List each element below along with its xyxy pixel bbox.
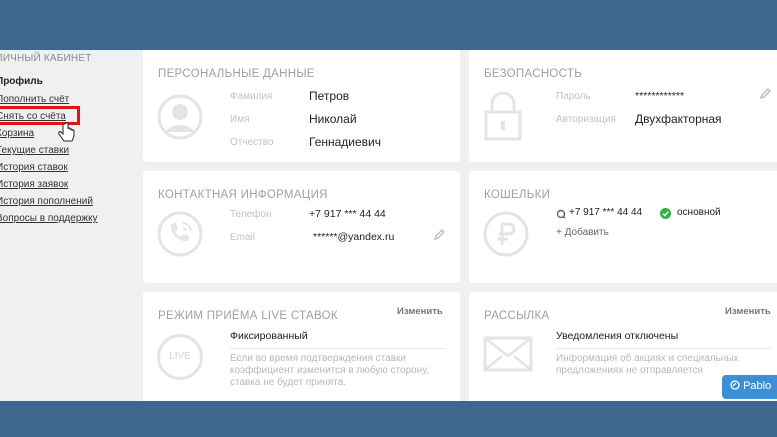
field-label: Email bbox=[230, 232, 256, 243]
user-avatar-icon bbox=[157, 94, 203, 140]
card-title: РЕЖИМ ПРИЁМА LIVE СТАВОК bbox=[158, 310, 338, 322]
field-label: Пароль bbox=[556, 91, 591, 102]
sidebar-item-bet-history[interactable]: История ставок bbox=[0, 162, 68, 173]
field-label: Отчество bbox=[230, 137, 274, 148]
password-value: ************ bbox=[635, 90, 685, 102]
sidebar-item-deposit[interactable]: Пополнить счёт bbox=[0, 94, 69, 105]
sidebar-item-current-bets[interactable]: Текущие ставки bbox=[0, 145, 69, 156]
lastname-value: Петров bbox=[309, 89, 350, 103]
wallet-primary-badge: основной bbox=[677, 207, 721, 218]
personal-data-card: ПЕРСОНАЛЬНЫЕ ДАННЫЕ Фамилия Петров Имя Н… bbox=[143, 50, 460, 162]
divider bbox=[230, 348, 445, 349]
chat-button-label: Pablo bbox=[743, 380, 772, 392]
mailing-value: Уведомления отключены bbox=[556, 330, 679, 342]
edit-icon[interactable] bbox=[433, 228, 446, 241]
live-icon: LIVE bbox=[157, 334, 203, 380]
live-mode-note: Если во время подтверждения ставки коэфф… bbox=[230, 353, 429, 388]
sidebar: ЛИЧНЫЙ КАБИНЕТ Профиль Пополнить счёт Сн… bbox=[0, 50, 135, 401]
lock-icon bbox=[484, 91, 522, 141]
live-mode-value: Фиксированный bbox=[230, 330, 308, 342]
sidebar-item-request-history[interactable]: История заявок bbox=[0, 179, 68, 190]
add-wallet-link[interactable]: + Добавить bbox=[556, 227, 609, 238]
chat-icon bbox=[730, 380, 740, 390]
change-mailing-link[interactable]: Изменить bbox=[725, 306, 771, 317]
phone-icon bbox=[157, 211, 203, 257]
card-title: ПЕРСОНАЛЬНЫЕ ДАННЫЕ bbox=[158, 68, 315, 80]
email-value: ******@yandex.ru bbox=[313, 231, 395, 243]
card-title: БЕЗОПАСНОСТЬ bbox=[484, 68, 583, 80]
card-title: РАССЫЛКА bbox=[484, 310, 550, 322]
card-title: КОНТАКТНАЯ ИНФОРМАЦИЯ bbox=[158, 189, 328, 201]
sidebar-item-support[interactable]: Вопросы в поддержку bbox=[0, 213, 98, 224]
contact-info-card: КОНТАКТНАЯ ИНФОРМАЦИЯ Телефон +7 917 ***… bbox=[143, 171, 460, 283]
field-label: Телефон bbox=[230, 209, 272, 220]
firstname-value: Николай bbox=[309, 112, 357, 126]
wallet-phone: +7 917 *** 44 44 bbox=[569, 207, 643, 218]
authorization-value: Двухфакторная bbox=[635, 112, 722, 126]
edit-icon[interactable] bbox=[759, 87, 772, 100]
sidebar-item-deposit-history[interactable]: История пополнений bbox=[0, 196, 93, 207]
mailing-note: Информация об акциях и специальных предл… bbox=[556, 353, 739, 376]
chat-button[interactable]: Pablo bbox=[722, 375, 777, 399]
live-mode-card: РЕЖИМ ПРИЁМА LIVE СТАВОК Изменить LIVE Ф… bbox=[143, 292, 460, 401]
qiwi-icon bbox=[556, 209, 566, 219]
divider bbox=[556, 348, 771, 349]
field-label: Авторизация bbox=[556, 114, 616, 125]
sidebar-heading: ЛИЧНЫЙ КАБИНЕТ bbox=[0, 53, 92, 64]
wallets-card: КОШЕЛЬКИ +7 917 *** 44 44 основной + Доб… bbox=[469, 171, 777, 283]
change-live-mode-link[interactable]: Изменить bbox=[397, 306, 443, 317]
card-title: КОШЕЛЬКИ bbox=[484, 189, 551, 201]
check-circle-icon bbox=[660, 208, 671, 219]
sidebar-item-profile[interactable]: Профиль bbox=[0, 76, 43, 87]
security-card: БЕЗОПАСНОСТЬ Пароль ************ Авториз… bbox=[469, 50, 777, 162]
cabinet-screen: ЛИЧНЫЙ КАБИНЕТ Профиль Пополнить счёт Сн… bbox=[0, 50, 777, 401]
envelope-icon bbox=[483, 336, 533, 372]
hand-cursor-icon bbox=[58, 122, 75, 142]
patronymic-value: Геннадиевич bbox=[309, 135, 382, 149]
field-label: Фамилия bbox=[230, 91, 273, 102]
phone-value: +7 917 *** 44 44 bbox=[309, 208, 386, 220]
ruble-icon bbox=[483, 211, 529, 257]
field-label: Имя bbox=[230, 114, 250, 125]
sidebar-item-cart[interactable]: Корзина bbox=[0, 128, 34, 139]
